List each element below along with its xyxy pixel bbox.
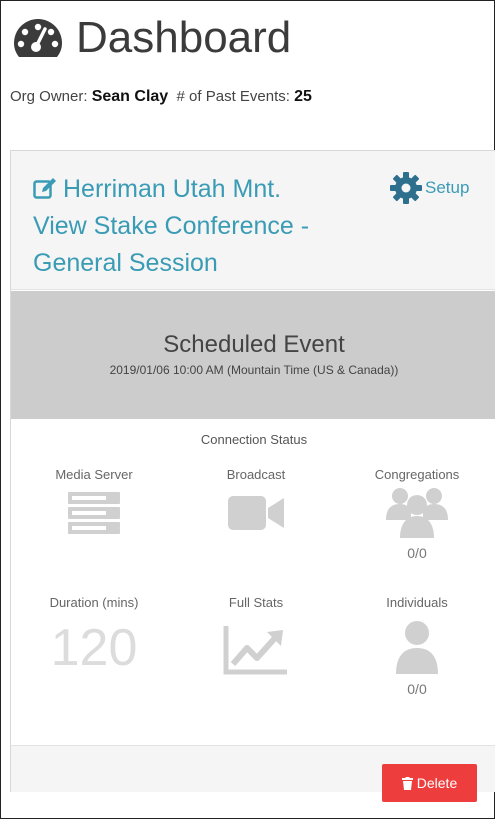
duration-stat: Duration (mins) 120	[24, 595, 164, 674]
full-stats-label: Full Stats	[228, 595, 284, 610]
individuals-count: 0/0	[407, 681, 427, 697]
event-card-footer: Delete	[11, 745, 495, 802]
past-events-label: # of Past Events:	[176, 88, 290, 105]
duration-value: 120	[50, 619, 138, 677]
group-icon	[386, 488, 448, 538]
past-events-count: 25	[294, 88, 312, 105]
owner-info: Org Owner: Sean Clay # of Past Events: 2…	[10, 88, 312, 106]
connection-status-heading: Connection Status	[200, 432, 308, 447]
event-status-title: Scheduled Event	[163, 331, 345, 358]
individuals-stat: Individuals 0/0	[347, 595, 487, 697]
event-card: Herriman Utah Mnt. View Stake Conference…	[10, 150, 495, 802]
page-header: Dashboard	[12, 16, 291, 60]
congregations-label: Congregations	[374, 467, 460, 482]
media-server-label: Media Server	[55, 467, 133, 482]
delete-label: Delete	[416, 775, 458, 791]
broadcast-stat: Broadcast	[186, 467, 326, 541]
media-server-stat: Media Server	[24, 467, 164, 541]
event-status-panel: Scheduled Event 2019/01/06 10:00 AM (Mou…	[11, 291, 495, 419]
edit-icon	[33, 178, 56, 199]
setup-button[interactable]: Setup	[389, 171, 469, 205]
tachometer-icon	[14, 19, 62, 57]
trash-icon	[401, 776, 413, 790]
individuals-label: Individuals	[386, 595, 448, 610]
event-title-link[interactable]: Herriman Utah Mnt. View Stake Conference…	[33, 171, 323, 282]
duration-label: Duration (mins)	[49, 595, 139, 610]
server-icon	[68, 492, 120, 534]
congregations-stat: Congregations 0/0	[347, 467, 487, 561]
video-camera-icon	[228, 496, 284, 530]
full-stats-stat[interactable]: Full Stats	[186, 595, 326, 681]
line-chart-icon	[223, 626, 287, 675]
user-icon	[396, 621, 438, 674]
event-status-date: 2019/01/06 10:00 AM (Mountain Time (US &…	[109, 363, 399, 377]
page-title: Dashboard	[76, 13, 292, 62]
setup-label: Setup	[425, 178, 470, 197]
event-title: Herriman Utah Mnt. View Stake Conference…	[33, 175, 310, 277]
gear-icon	[390, 172, 422, 204]
broadcast-label: Broadcast	[226, 467, 286, 482]
event-card-header: Herriman Utah Mnt. View Stake Conference…	[11, 151, 495, 290]
owner-name: Sean Clay	[91, 88, 169, 105]
delete-button[interactable]: Delete	[382, 764, 477, 802]
owner-label: Org Owner:	[10, 88, 88, 105]
congregations-count: 0/0	[407, 545, 427, 561]
